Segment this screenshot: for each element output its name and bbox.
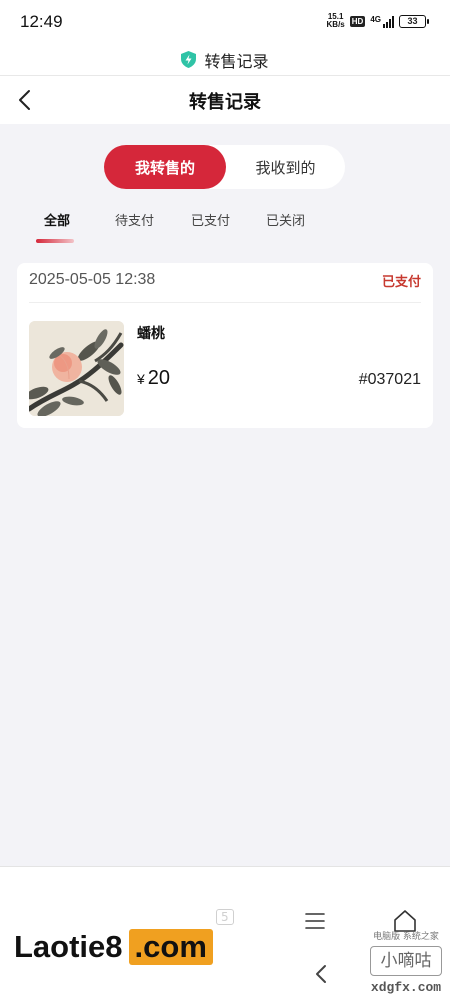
tab-all[interactable]: 全部 <box>44 210 70 229</box>
order-card[interactable]: 2025-05-05 12:38 已支付 蟠桃 ¥20 #037021 <box>17 263 433 428</box>
item-price: ¥20 <box>137 367 171 389</box>
nav-bar: 转售记录 <box>0 76 450 124</box>
item-serial-number: #037021 <box>358 371 421 388</box>
menu-icon[interactable] <box>304 910 326 932</box>
chevron-left-icon[interactable] <box>312 963 330 985</box>
bottom-bar: 5 Laotie8 .com 电脑版 系统之家 小嘀咕 xdgfx.com <box>0 866 450 1000</box>
tab-count[interactable]: 5 <box>216 909 234 925</box>
item-name: 蟠桃 <box>137 326 165 342</box>
web-title: 转售记录 <box>204 51 269 71</box>
segment-resold-by-me[interactable]: 我转售的 <box>104 145 226 189</box>
status-bar: 12:49 15.1 KB/s HD 4G 33 <box>0 0 450 44</box>
hd-icon: HD <box>349 15 366 27</box>
tab-pending-payment[interactable]: 待支付 <box>115 210 154 229</box>
tab-paid[interactable]: 已支付 <box>191 210 230 229</box>
battery-icon: 33 <box>399 14 429 28</box>
order-time: 2025-05-05 12:38 <box>29 271 156 288</box>
page-title: 转售记录 <box>189 92 261 113</box>
web-title-bar: 转售记录 <box>0 44 450 76</box>
segment-received-by-me[interactable]: 我收到的 <box>226 145 345 189</box>
order-status: 已支付 <box>381 275 421 290</box>
active-tab-indicator <box>36 239 74 243</box>
item-thumbnail[interactable] <box>29 321 124 416</box>
status-icons: 15.1 KB/s HD 4G 33 <box>326 12 429 29</box>
shield-icon <box>181 51 197 68</box>
segment-control: 我转售的 我收到的 <box>104 145 345 189</box>
signal-icon: 4G <box>370 15 394 28</box>
network-speed: 15.1 KB/s <box>326 12 345 29</box>
tab-closed[interactable]: 已关闭 <box>266 210 305 229</box>
divider <box>29 302 421 303</box>
watermark-logo: Laotie8 .com <box>8 925 213 969</box>
peach-painting-image <box>29 321 124 416</box>
watermark-badge: 电脑版 系统之家 小嘀咕 xdgfx.com <box>370 932 442 995</box>
status-time: 12:49 <box>20 12 63 31</box>
